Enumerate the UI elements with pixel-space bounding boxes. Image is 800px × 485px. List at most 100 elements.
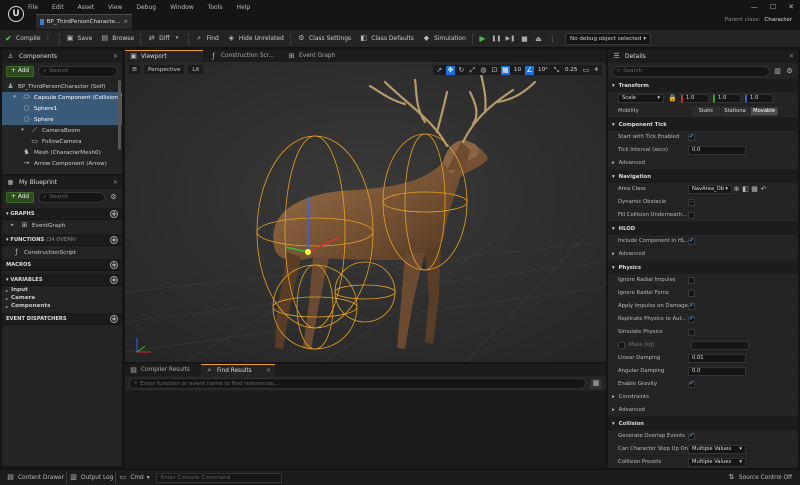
close-panel-icon[interactable]: ✕ (789, 53, 794, 60)
world-icon[interactable]: ◍ (479, 66, 488, 75)
construction-script-item[interactable]: ƒ ConstructionScript (2, 246, 122, 259)
property-matrix-icon[interactable]: ▥ (773, 67, 782, 76)
browse-button[interactable]: ▤ Browse (96, 30, 138, 48)
content-drawer-button[interactable]: ▤ Content Drawer (6, 473, 64, 482)
compile-button[interactable]: ✔ Compile ⋮ (0, 30, 57, 48)
angular-damping-input[interactable]: 0.0 (688, 366, 746, 376)
hlod-section[interactable]: ▾ HLOD (608, 222, 798, 235)
graphs-section[interactable]: ▾ GRAPHS + (2, 208, 122, 220)
dynamic-obstacle-checkbox[interactable]: – (688, 198, 695, 206)
hamburger-menu-icon[interactable]: ≡ (129, 65, 140, 74)
menu-tools[interactable]: Tools (208, 4, 223, 11)
close-panel-icon[interactable]: ✕ (113, 179, 118, 186)
tree-item-mesh[interactable]: ♞ Mesh (CharacterMesh0) (2, 147, 122, 158)
physics-section[interactable]: ▾ Physics (608, 261, 798, 274)
pause-icon[interactable]: ❚❚ (491, 33, 502, 44)
scale-x-input[interactable]: 1.0 (681, 93, 709, 103)
event-dispatchers-section[interactable]: EVENT DISPATCHERS + (2, 313, 122, 325)
menu-asset[interactable]: Asset (78, 4, 94, 11)
grid-snap-value[interactable]: 10 (512, 67, 523, 73)
tree-item-sphere[interactable]: ○ Sphere (2, 114, 122, 125)
add-dispatcher-icon[interactable]: + (110, 314, 118, 323)
component-tick-section[interactable]: ▾ Component Tick (608, 118, 798, 131)
macros-section[interactable]: MACROS + (2, 259, 122, 271)
parent-class-value[interactable]: Character (764, 17, 792, 23)
camera-speed-value[interactable]: 4 (592, 67, 600, 73)
find-icon[interactable]: ▦ (750, 185, 759, 194)
components-scrollbar[interactable] (118, 80, 121, 150)
gear-icon[interactable]: ⚙ (785, 67, 794, 76)
angle-snap-icon[interactable]: ∠ (525, 65, 535, 75)
components-search-input[interactable]: ⌕ Search (38, 65, 118, 77)
apply-impulse-checkbox[interactable]: ✔ (688, 302, 695, 310)
browse-icon[interactable]: ⊕ (732, 185, 741, 194)
compile-options-icon[interactable]: ⋮ (44, 34, 53, 43)
scale-z-input[interactable]: 1.0 (745, 93, 773, 103)
details-search-input[interactable]: ⌕ Search (612, 65, 770, 77)
gear-icon[interactable]: ⚙ (109, 193, 118, 202)
tick-advanced[interactable]: ▸ Advanced (608, 157, 798, 170)
physics-advanced[interactable]: ▸ Advanced (608, 404, 798, 417)
ignore-radial-impulse-checkbox[interactable] (688, 276, 695, 284)
tree-item-followcamera[interactable]: ▭ FollowCamera (2, 136, 122, 147)
tab-compiler-results[interactable]: ▤ Compiler Results (125, 364, 199, 376)
enable-gravity-checkbox[interactable]: ✔ (688, 380, 695, 388)
document-tab[interactable]: BP_ThirdPersonCharacte... × (36, 14, 132, 29)
can-step-up-select[interactable]: Multiple Values ▾ (688, 444, 746, 454)
unreal-logo-icon[interactable]: U (8, 6, 24, 22)
class-settings-button[interactable]: ⚙ Class Settings (293, 30, 355, 48)
hlod-advanced[interactable]: ▸ Advanced (608, 248, 798, 261)
add-blueprint-button[interactable]: + Add (6, 191, 35, 203)
stop-icon[interactable]: ■ (519, 33, 530, 44)
source-control-button[interactable]: ⇅ Source Control Off (727, 473, 792, 482)
viewport[interactable]: ≡ Perspective Lit ➚ ✥ ↻ ⤢ ◍ ⊡ ▦ 10 ∠ 10°… (125, 62, 606, 362)
find-in-all-blueprints-icon[interactable]: ▦ (590, 378, 602, 389)
linear-damping-input[interactable]: 0.01 (688, 353, 746, 363)
collision-presets-select[interactable]: Multiple Values ▾ (688, 457, 746, 467)
start-tick-checkbox[interactable]: ✔ (688, 133, 695, 141)
tree-item-capsule[interactable]: ▾ ⬭ Capsule Component (CollisionC (2, 92, 122, 103)
blueprint-search-input[interactable]: ⌕ Search (38, 191, 105, 203)
menu-window[interactable]: Window (170, 4, 194, 11)
play-icon[interactable]: ▶ (477, 33, 488, 44)
scale-mode-select[interactable]: Scale ▾ (618, 93, 664, 103)
replicate-physics-checkbox[interactable]: ✔ (688, 315, 695, 323)
menu-debug[interactable]: Debug (136, 4, 156, 11)
scale-snap-icon[interactable]: ⤡ (552, 66, 561, 75)
angle-snap-value[interactable]: 10° (536, 67, 550, 73)
eject-icon[interactable]: ⏏ (533, 33, 544, 44)
menu-view[interactable]: View (108, 4, 122, 11)
generate-overlap-checkbox[interactable]: ✔ (688, 432, 695, 440)
variables-section[interactable]: ▾ VARIABLES + (2, 274, 122, 286)
select-mode-icon[interactable]: ➚ (435, 66, 444, 75)
close-window-icon[interactable]: ✕ (788, 3, 794, 11)
rotate-icon[interactable]: ↻ (457, 66, 466, 75)
tab-viewport[interactable]: ▣ Viewport (125, 50, 203, 62)
add-variable-icon[interactable]: + (110, 275, 118, 284)
hide-unrelated-button[interactable]: ◈ Hide Unrelated (223, 30, 288, 48)
class-defaults-button[interactable]: ◧ Class Defaults (355, 30, 418, 48)
perspective-button[interactable]: Perspective (144, 65, 185, 74)
add-component-button[interactable]: + Add (6, 65, 35, 77)
mass-override-checkbox[interactable] (618, 341, 625, 349)
use-selected-icon[interactable]: ◧ (741, 185, 750, 194)
play-options-icon[interactable]: ⋮ (547, 33, 558, 44)
menu-file[interactable]: File (28, 4, 38, 11)
tree-item-cameraboom[interactable]: ▾ ⟋ CameraBoom (2, 125, 122, 136)
collision-section[interactable]: ▾ Collision (608, 417, 798, 430)
area-class-select[interactable]: NavArea_Ob ▾ (688, 184, 732, 194)
close-panel-icon[interactable]: ✕ (113, 53, 118, 60)
surface-snap-icon[interactable]: ⊡ (490, 66, 499, 75)
debug-object-select[interactable]: No debug object selected ▾ (565, 33, 651, 45)
frame-skip-icon[interactable]: ▶❚ (505, 33, 516, 44)
close-tab-icon[interactable]: ✕ (266, 368, 271, 374)
simulation-button[interactable]: ◆ Simulation (418, 30, 470, 48)
mobility-movable[interactable]: Movable (750, 106, 778, 116)
save-button[interactable]: ▣ Save (62, 30, 97, 48)
tree-item-sphere1[interactable]: ○ Sphere1 (2, 103, 122, 114)
find-input[interactable]: ⌕ Enter function or event name to find re… (129, 378, 586, 389)
tab-find-results[interactable]: ⌕ Find Results ✕ (201, 364, 275, 376)
include-hlod-checkbox[interactable]: ✔ (688, 237, 695, 245)
scale-y-input[interactable]: 1.0 (713, 93, 741, 103)
lock-icon[interactable]: 🔒 (668, 94, 677, 103)
